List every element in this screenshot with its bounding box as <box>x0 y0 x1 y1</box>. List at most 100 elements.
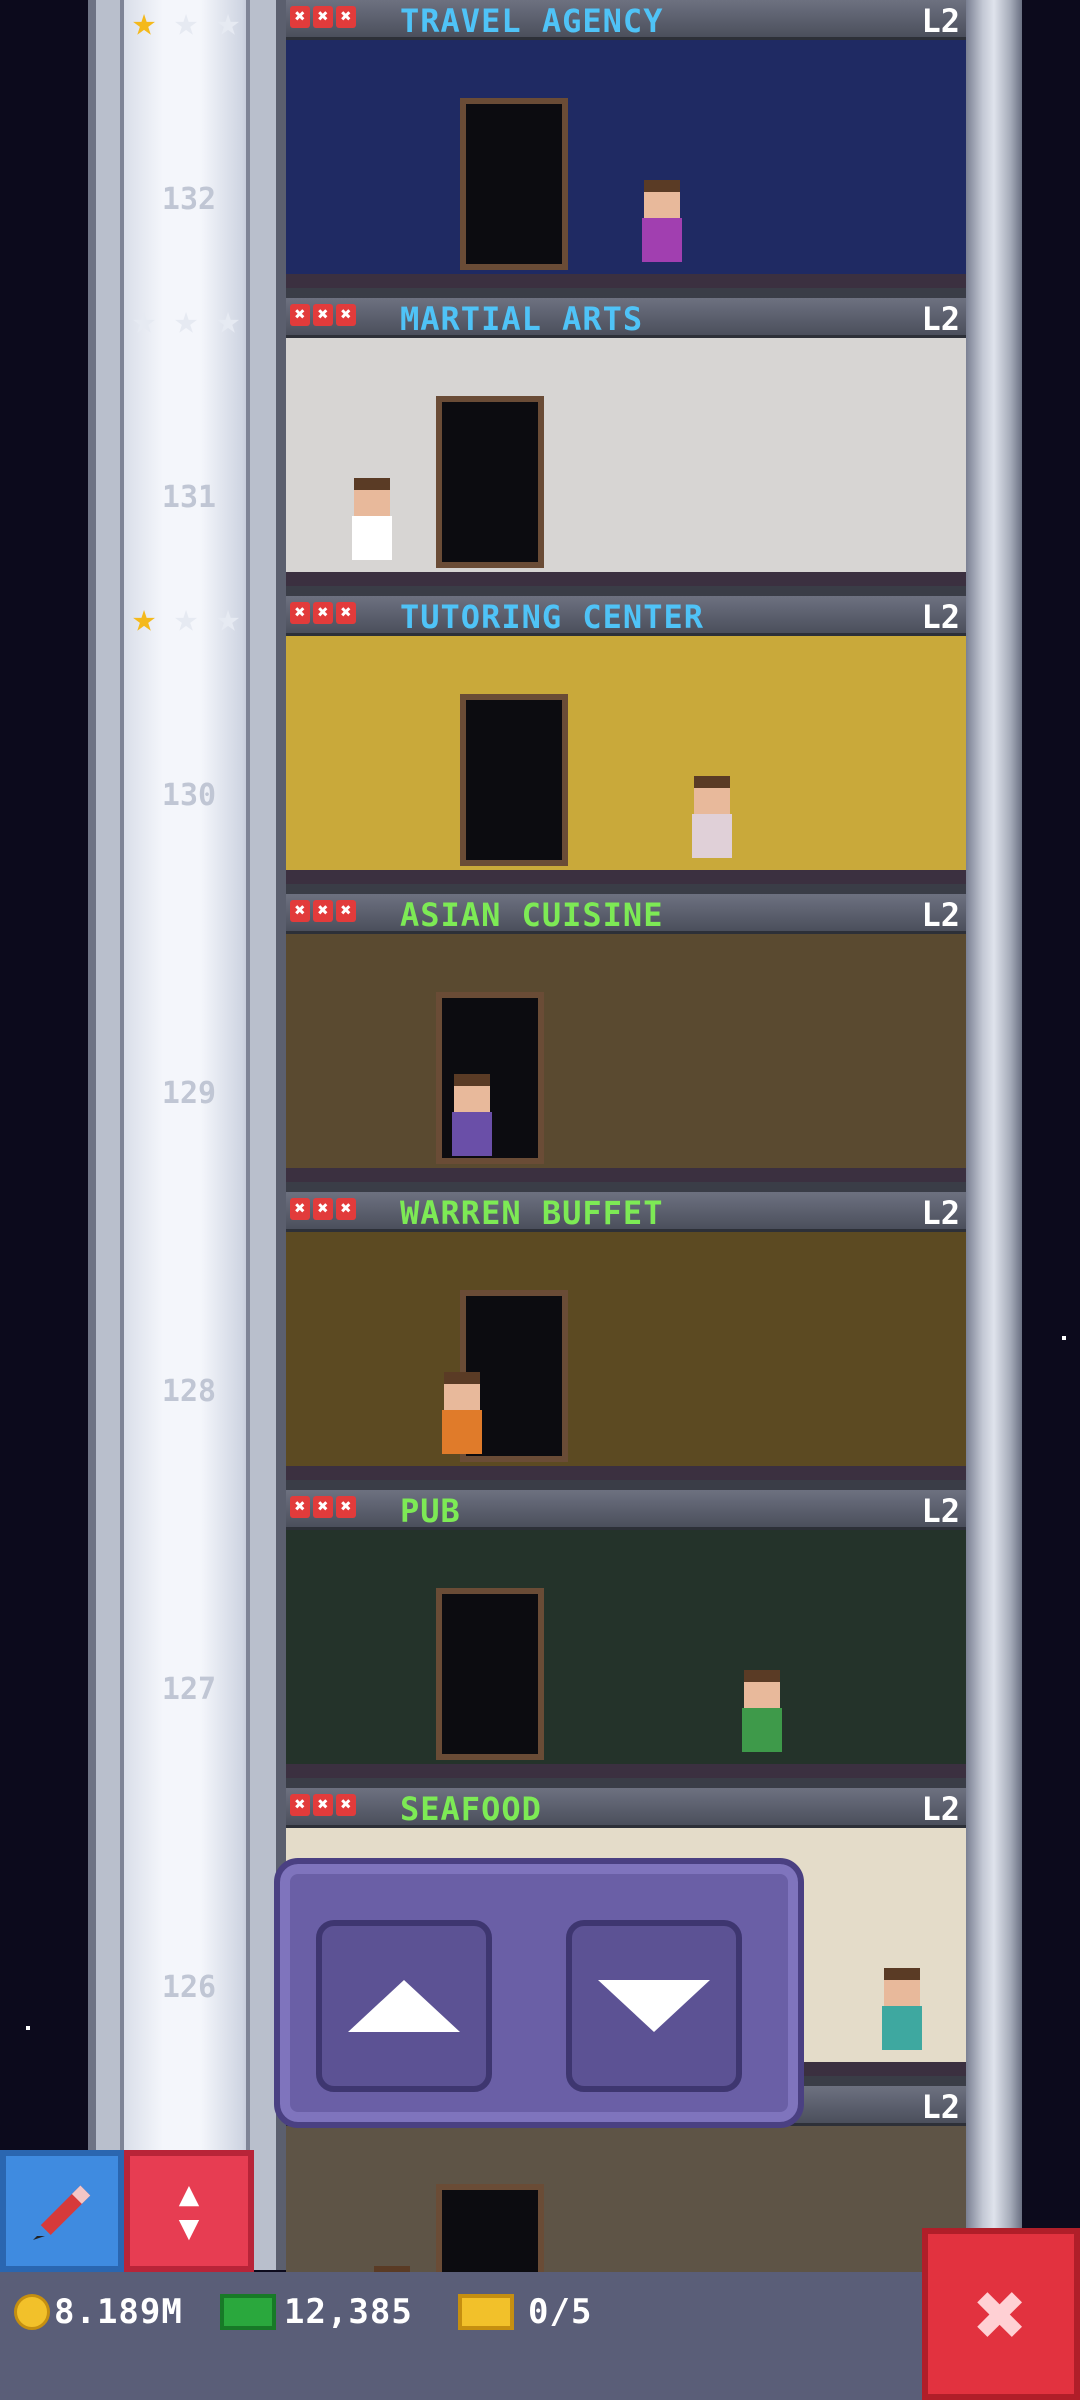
x-mark-icon: ✖ <box>313 304 333 326</box>
tool-button[interactable] <box>0 2150 124 2272</box>
floor-name: WARREN BUFFET <box>400 1194 664 1232</box>
tower-wall-right <box>966 0 1022 2270</box>
bux-stat: 12,385 <box>220 2292 413 2332</box>
elevator-down-button[interactable] <box>566 1920 742 2092</box>
coins-value: 8.189M <box>54 2292 183 2332</box>
floor-header: ✖ ✖ ✖ WARREN BUFFET L2 <box>286 1192 966 1232</box>
floor-127[interactable]: ✖ ✖ ✖ PUB L2 <box>286 1490 966 1788</box>
floor-level: L2 <box>921 896 960 934</box>
floor-level: L2 <box>921 1194 960 1232</box>
x-mark-icon: ✖ <box>336 602 356 624</box>
bitizen-body <box>642 218 682 262</box>
floor-128[interactable]: ✖ ✖ ✖ WARREN BUFFET L2 <box>286 1192 966 1490</box>
floor-130[interactable]: ✖ ✖ ✖ TUTORING CENTER L2 <box>286 596 966 894</box>
background-star <box>1062 1336 1066 1340</box>
unstocked-markers: ✖ ✖ ✖ <box>290 602 356 624</box>
room-floor <box>286 274 966 288</box>
elevator-up-button[interactable] <box>316 1920 492 2092</box>
floor-number: 130 <box>161 778 217 813</box>
floor-room <box>286 934 966 1192</box>
room-floor <box>286 1764 966 1778</box>
room-floor <box>286 870 966 884</box>
bitizen-head <box>454 1074 490 1112</box>
down-arrow-icon <box>598 1980 710 2032</box>
tickets-stat: 0/5 <box>458 2292 592 2332</box>
floor-header: ✖ ✖ ✖ TUTORING CENTER L2 <box>286 596 966 636</box>
floor-name: TRAVEL AGENCY <box>400 2 664 40</box>
bitizen-body <box>882 2006 922 2050</box>
floor-name: MARTIAL ARTS <box>400 300 644 338</box>
bitizen-character[interactable] <box>346 478 398 570</box>
bitizen-body <box>352 516 392 560</box>
floor-131[interactable]: ✖ ✖ ✖ MARTIAL ARTS L2 <box>286 298 966 596</box>
background-star <box>26 2026 30 2030</box>
x-mark-icon: ✖ <box>313 602 333 624</box>
x-mark-icon: ✖ <box>313 6 333 28</box>
floor-number: 127 <box>161 1672 217 1707</box>
gold-star-icon: ★ <box>131 595 157 641</box>
elevator-rail-right <box>246 0 276 2270</box>
floor-name: ASIAN CUISINE <box>400 896 664 934</box>
bitizen-character[interactable] <box>686 776 738 868</box>
floor-room <box>286 1232 966 1490</box>
floor-room <box>286 40 966 298</box>
floor-room <box>286 1530 966 1788</box>
floor-level: L2 <box>921 1790 960 1828</box>
floor-header: ✖ ✖ ✖ ASIAN CUISINE L2 <box>286 894 966 934</box>
tower-frame-left <box>88 0 96 2270</box>
floor-name: TUTORING CENTER <box>400 598 704 636</box>
unstocked-markers: ✖ ✖ ✖ <box>290 6 356 28</box>
floor-header: ✖ ✖ ✖ MARTIAL ARTS L2 <box>286 298 966 338</box>
elevator-control-panel <box>274 1858 804 2128</box>
x-mark-icon: ✖ <box>336 1794 356 1816</box>
bitizen-head <box>694 776 730 814</box>
down-arrow-icon: ▼ <box>178 2208 200 2248</box>
room-floor <box>286 572 966 586</box>
floor-room <box>286 636 966 894</box>
x-mark-icon: ✖ <box>290 602 310 624</box>
bitizen-character[interactable] <box>636 180 688 272</box>
unstocked-markers: ✖ ✖ ✖ <box>290 1198 356 1220</box>
silver-star-icon: ★ <box>173 0 199 45</box>
silver-star-icon: ★ <box>131 297 157 343</box>
x-mark-icon: ✖ <box>313 1794 333 1816</box>
silver-star-icon: ★ <box>215 595 241 641</box>
room-door <box>460 98 568 270</box>
floor-room <box>286 338 966 596</box>
x-mark-icon: ✖ <box>290 1198 310 1220</box>
x-mark-icon: ✖ <box>336 1496 356 1518</box>
bitizen-head <box>444 1372 480 1410</box>
x-mark-icon: ✖ <box>290 900 310 922</box>
pencil-icon <box>33 2185 91 2240</box>
tickets-value: 0/5 <box>528 2292 593 2332</box>
unstocked-markers: ✖ ✖ ✖ <box>290 1496 356 1518</box>
bitizen-head <box>644 180 680 218</box>
bitizen-head <box>354 478 390 516</box>
bitizen-character[interactable] <box>446 1074 498 1166</box>
floor-level: L2 <box>921 598 960 636</box>
floor-name: SEAFOOD <box>400 1790 542 1828</box>
close-button[interactable]: ✖ <box>922 2228 1080 2400</box>
x-mark-icon: ✖ <box>336 1198 356 1220</box>
bitizen-character[interactable] <box>876 1968 928 2060</box>
bux-value: 12,385 <box>284 2292 413 2332</box>
x-mark-icon: ✖ <box>290 1794 310 1816</box>
bitizen-body <box>692 814 732 858</box>
x-mark-icon: ✖ <box>313 900 333 922</box>
elevator-toggle-button[interactable]: ▲ ▼ <box>124 2150 254 2272</box>
floor-stars: ★ ★ ★ <box>124 598 248 638</box>
silver-star-icon: ★ <box>215 0 241 45</box>
status-bar: 8.189M 12,385 0/5 <box>0 2272 1080 2400</box>
floor-level: L2 <box>921 1492 960 1530</box>
bitizen-head <box>744 1670 780 1708</box>
close-icon: ✖ <box>974 2262 1028 2366</box>
floor-129[interactable]: ✖ ✖ ✖ ASIAN CUISINE L2 <box>286 894 966 1192</box>
coins-stat: 8.189M <box>14 2292 183 2332</box>
floor-132[interactable]: ✖ ✖ ✖ TRAVEL AGENCY L2 <box>286 0 966 298</box>
floor-header: ✖ ✖ ✖ SEAFOOD L2 <box>286 1788 966 1828</box>
coin-icon <box>14 2294 50 2330</box>
room-floor <box>286 1466 966 1480</box>
x-mark-icon: ✖ <box>313 1198 333 1220</box>
bitizen-character[interactable] <box>436 1372 488 1464</box>
bitizen-character[interactable] <box>736 1670 788 1762</box>
